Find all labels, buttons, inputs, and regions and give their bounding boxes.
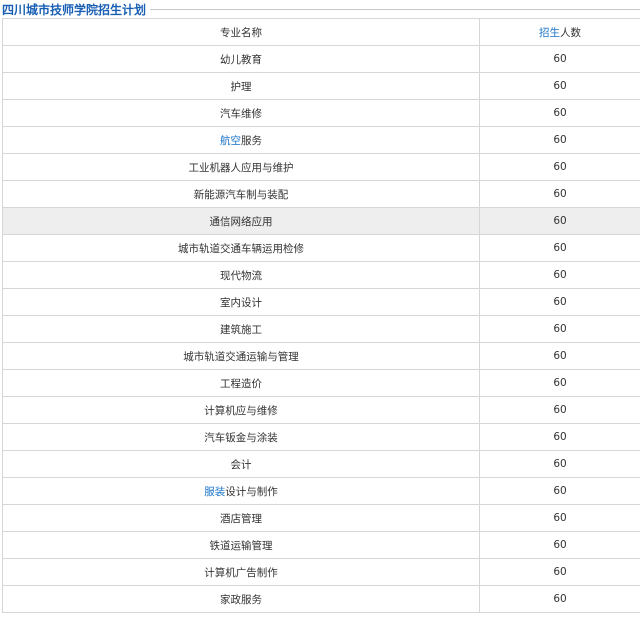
table-row: 城市轨道交通车辆运用检修 60 — [2, 234, 640, 262]
header-major-name: 专业名称 — [2, 18, 480, 46]
major-name-cell: 工业机器人应用与维护 — [2, 153, 480, 181]
major-name-cell: 服装设计与制作 — [2, 477, 480, 505]
enrollment-count-cell: 60 — [479, 369, 640, 397]
major-name-cell: 建筑施工 — [2, 315, 480, 343]
table-row: 计算机广告制作 60 — [2, 558, 640, 586]
title-bar: 四川城市技师学院招生计划 — [0, 0, 640, 18]
table-row: 酒店管理 60 — [2, 504, 640, 532]
enrollment-count-cell: 60 — [479, 423, 640, 451]
major-name-rest: 服务 — [241, 134, 262, 147]
enrollment-count-cell: 60 — [479, 504, 640, 532]
table-row: 新能源汽车制与装配 60 — [2, 180, 640, 208]
major-name-cell: 家政服务 — [2, 585, 480, 613]
major-name-cell: 航空服务 — [2, 126, 480, 154]
enrollment-count-cell: 60 — [479, 99, 640, 127]
enrollment-count-cell: 60 — [479, 315, 640, 343]
major-name-cell: 现代物流 — [2, 261, 480, 289]
major-name-cell: 汽车钣金与涂装 — [2, 423, 480, 451]
table-row: 护理 60 — [2, 72, 640, 100]
enrollment-count-cell: 60 — [479, 450, 640, 478]
table-row: 工业机器人应用与维护 60 — [2, 153, 640, 181]
enrollment-count-cell: 60 — [479, 261, 640, 289]
table-row: 汽车钣金与涂装 60 — [2, 423, 640, 451]
table-row: 计算机应与维修 60 — [2, 396, 640, 424]
enrollment-count-cell: 60 — [479, 288, 640, 316]
table-row: 幼儿教育 60 — [2, 45, 640, 73]
major-name-cell: 城市轨道交通车辆运用检修 — [2, 234, 480, 262]
major-name-cell: 城市轨道交通运输与管理 — [2, 342, 480, 370]
major-name-link[interactable]: 服装 — [204, 486, 225, 498]
enrollment-count-cell: 60 — [479, 234, 640, 262]
major-name-cell: 通信网络应用 — [2, 207, 480, 235]
header-enrollment-count: 招生人数 — [479, 18, 640, 46]
enrollment-count-cell: 60 — [479, 72, 640, 100]
table-row: 家政服务 60 — [2, 585, 640, 613]
enrollment-count-cell: 60 — [479, 585, 640, 613]
table-row: 铁道运输管理 60 — [2, 531, 640, 559]
major-name-cell: 护理 — [2, 72, 480, 100]
major-name-cell: 汽车维修 — [2, 99, 480, 127]
major-name-cell: 酒店管理 — [2, 504, 480, 532]
header-count-suffix: 人数 — [560, 26, 581, 39]
enrollment-count-cell: 60 — [479, 531, 640, 559]
table-row: 服装设计与制作 60 — [2, 477, 640, 505]
major-name-cell: 计算机应与维修 — [2, 396, 480, 424]
table-body: 专业名称 招生人数 幼儿教育 60 护理 60 汽车维修 60 航空服务 60 工业机器人应用与… — [2, 18, 640, 613]
enrollment-count-cell: 60 — [479, 477, 640, 505]
table-row: 通信网络应用 60 — [2, 207, 640, 235]
page-title: 四川城市技师学院招生计划 — [2, 0, 151, 18]
major-name-rest: 设计与制作 — [225, 485, 278, 498]
enrollment-count-cell: 60 — [479, 153, 640, 181]
enrollment-count-cell: 60 — [479, 558, 640, 586]
table-row: 汽车维修 60 — [2, 99, 640, 127]
enrollment-plan-table: 专业名称 招生人数 幼儿教育 60 护理 60 汽车维修 60 航空服务 60 工业机器人应用与… — [2, 18, 640, 613]
title-divider — [150, 9, 640, 10]
enrollment-count-cell: 60 — [479, 207, 640, 235]
table-row: 建筑施工 60 — [2, 315, 640, 343]
table-row: 现代物流 60 — [2, 261, 640, 289]
enrollment-count-cell: 60 — [479, 396, 640, 424]
major-name-link[interactable]: 航空 — [220, 135, 241, 147]
major-name-cell: 新能源汽车制与装配 — [2, 180, 480, 208]
major-name-cell: 工程造价 — [2, 369, 480, 397]
enrollment-link[interactable]: 招生 — [539, 27, 560, 39]
table-row: 工程造价 60 — [2, 369, 640, 397]
enrollment-count-cell: 60 — [479, 126, 640, 154]
enrollment-count-cell: 60 — [479, 45, 640, 73]
table-row: 室内设计 60 — [2, 288, 640, 316]
enrollment-count-cell: 60 — [479, 342, 640, 370]
table-row: 城市轨道交通运输与管理 60 — [2, 342, 640, 370]
major-name-cell: 铁道运输管理 — [2, 531, 480, 559]
table-row: 航空服务 60 — [2, 126, 640, 154]
table-header-row: 专业名称 招生人数 — [2, 18, 640, 46]
major-name-cell: 会计 — [2, 450, 480, 478]
table-row: 会计 60 — [2, 450, 640, 478]
major-name-cell: 室内设计 — [2, 288, 480, 316]
major-name-cell: 计算机广告制作 — [2, 558, 480, 586]
enrollment-count-cell: 60 — [479, 180, 640, 208]
major-name-cell: 幼儿教育 — [2, 45, 480, 73]
